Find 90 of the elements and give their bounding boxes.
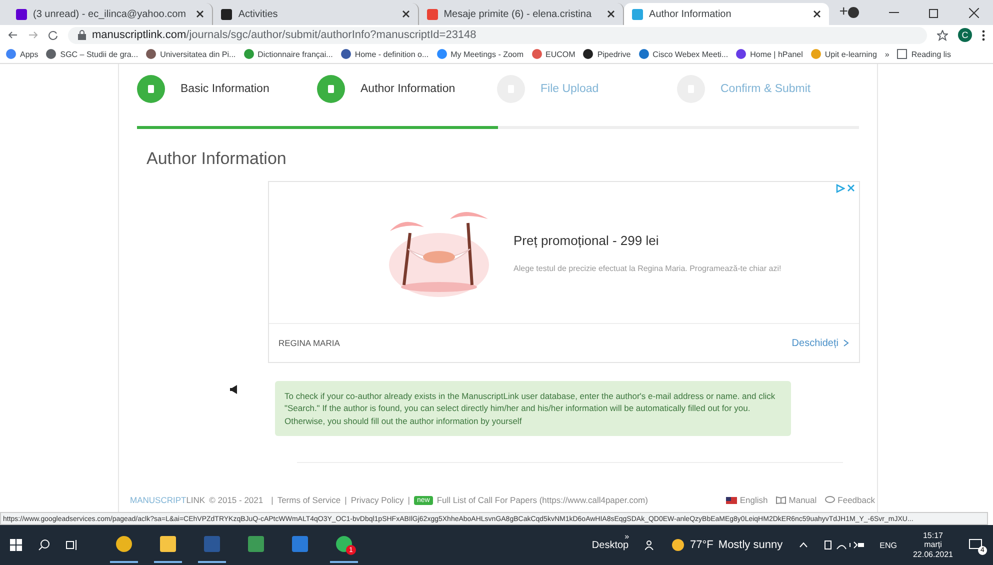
- chevron-icon: [842, 339, 848, 347]
- browser-tab[interactable]: (3 unread) - ec_ilinca@yahoo.com: [8, 3, 214, 25]
- step-label[interactable]: Basic Information: [180, 83, 270, 95]
- restore-icon[interactable]: [929, 8, 940, 18]
- ad-choices-icon[interactable]: [836, 184, 844, 193]
- temperature: 77°F: [690, 539, 714, 551]
- minimize-icon[interactable]: [889, 12, 900, 14]
- call-for-papers-link[interactable]: Full List of Call For Papers (https://www.call4paper.com): [436, 495, 648, 505]
- bookmark-favicon-icon: [583, 49, 594, 59]
- bookmark-favicon-icon: [436, 49, 447, 59]
- step-label[interactable]: Author Information: [360, 83, 456, 95]
- ad-description: Alege testul de precizie efectuat la Regina Maria. Programează-te chiar azi!: [514, 264, 782, 272]
- bookmark-favicon-icon: [736, 49, 746, 59]
- bookmark[interactable]: Upit e-learning: [810, 49, 877, 59]
- address-bar[interactable]: manuscriptlink.com/journals/sgc/author/submit/authorInfo?manuscriptId=23148: [68, 26, 927, 44]
- lock-icon: [78, 30, 86, 40]
- bookmark[interactable]: Dictionnaire françai...: [244, 49, 333, 59]
- bookmark-favicon-icon: [146, 49, 156, 59]
- bookmark-favicon-icon: [810, 49, 821, 59]
- site-logo-icon: [632, 8, 644, 20]
- star-icon[interactable]: [937, 30, 948, 40]
- people-icon[interactable]: [645, 540, 656, 550]
- desktop-toolbar[interactable]: Desktop: [592, 540, 629, 550]
- flag-icon: [726, 496, 737, 504]
- browser-tab[interactable]: Mesaje primite (6) - elena.cristina: [418, 3, 624, 25]
- app-icon: [248, 536, 264, 552]
- step-circle[interactable]: [316, 75, 344, 103]
- feedback-link[interactable]: Feedback: [824, 495, 875, 505]
- bookmark[interactable]: Home | hPanel: [736, 49, 803, 59]
- browser-tab[interactable]: Activities: [213, 3, 419, 25]
- bookmark[interactable]: My Meetings - Zoom: [436, 49, 524, 59]
- separator: |: [344, 495, 347, 505]
- bookmark[interactable]: Universitatea din Pi...: [146, 49, 236, 59]
- search-icon[interactable]: [38, 539, 50, 551]
- copyright-text: © 2015 - 2021: [209, 495, 264, 505]
- reload-icon[interactable]: [48, 30, 58, 40]
- menu-icon[interactable]: [982, 30, 985, 40]
- info-alert: To check if your co-author already exists in the ManuscriptLink user database, enter the author's e-mail address or name. and click "Search." If the author is found, you can select directly him/her and his/her information will be automatically filled out for you. Otherwise, you should fill out the author information by yourself: [274, 381, 790, 436]
- footer-brand: MANUSCRIPTLINK: [130, 495, 206, 505]
- chat-icon: [824, 496, 835, 504]
- close-icon[interactable]: [813, 10, 822, 18]
- terms-link[interactable]: Terms of Service: [277, 495, 341, 505]
- back-icon[interactable]: [8, 30, 18, 40]
- close-icon[interactable]: [607, 10, 616, 18]
- megaphone-icon: [228, 385, 238, 394]
- close-icon[interactable]: [969, 8, 980, 18]
- advertiser-name: REGINA MARIA: [278, 338, 340, 348]
- privacy-link[interactable]: Privacy Policy: [350, 495, 404, 505]
- bookmark-favicon-icon: [6, 49, 16, 59]
- bookmark-favicon-icon: [638, 49, 649, 59]
- browser-tab[interactable]: Author Information: [624, 3, 830, 25]
- reading-list-icon: [897, 49, 908, 59]
- bookmark[interactable]: Home - definition o...: [340, 49, 429, 59]
- page-heading: Author Information: [146, 149, 288, 169]
- app-logo-icon: [221, 8, 232, 20]
- ad-title: Preț promoțional - 299 lei: [514, 232, 660, 248]
- bookmark[interactable]: Cisco Webex Meeti...: [638, 49, 728, 59]
- bookmark[interactable]: Apps: [6, 49, 38, 59]
- close-icon[interactable]: [402, 10, 410, 18]
- toolbar-chevron[interactable]: »: [624, 532, 630, 540]
- new-tab-button[interactable]: +: [839, 3, 848, 20]
- separator: |: [408, 495, 410, 505]
- profile-icon[interactable]: [848, 7, 860, 18]
- bookmark[interactable]: EUCOM: [532, 49, 576, 59]
- chevron-up-icon[interactable]: [798, 542, 808, 548]
- bookmark-favicon-icon: [532, 49, 542, 59]
- profile-avatar[interactable]: C: [958, 28, 972, 42]
- language-link[interactable]: English: [726, 495, 768, 505]
- bookmark[interactable]: SGC – Studii de gra...: [46, 49, 138, 59]
- weather-text: Mostly sunny: [718, 539, 783, 551]
- manual-link[interactable]: Manual: [776, 495, 817, 505]
- separator: |: [271, 495, 274, 505]
- app-icon: [160, 536, 176, 552]
- language-indicator[interactable]: ENG: [880, 540, 897, 550]
- bookmark[interactable]: Pipedrive: [583, 49, 631, 59]
- app-icon: [204, 536, 220, 552]
- clock[interactable]: 15:17 marți 22.06.2021: [912, 530, 953, 560]
- bookmark-favicon-icon: [244, 49, 254, 59]
- app-icon: [292, 536, 308, 552]
- task-view-icon[interactable]: [66, 539, 78, 551]
- windows-start-icon[interactable]: [10, 539, 22, 551]
- app-icon: [116, 536, 132, 552]
- more-bookmarks-button[interactable]: »: [884, 50, 890, 58]
- system-tray-icons: [824, 540, 864, 550]
- bookmark-favicon-icon: [340, 49, 351, 59]
- step-circle[interactable]: [136, 75, 164, 103]
- book-icon: [776, 496, 786, 504]
- reading-list-button[interactable]: Reading lis: [897, 49, 951, 59]
- bookmark-favicon-icon: [46, 49, 56, 59]
- close-icon[interactable]: [196, 10, 204, 18]
